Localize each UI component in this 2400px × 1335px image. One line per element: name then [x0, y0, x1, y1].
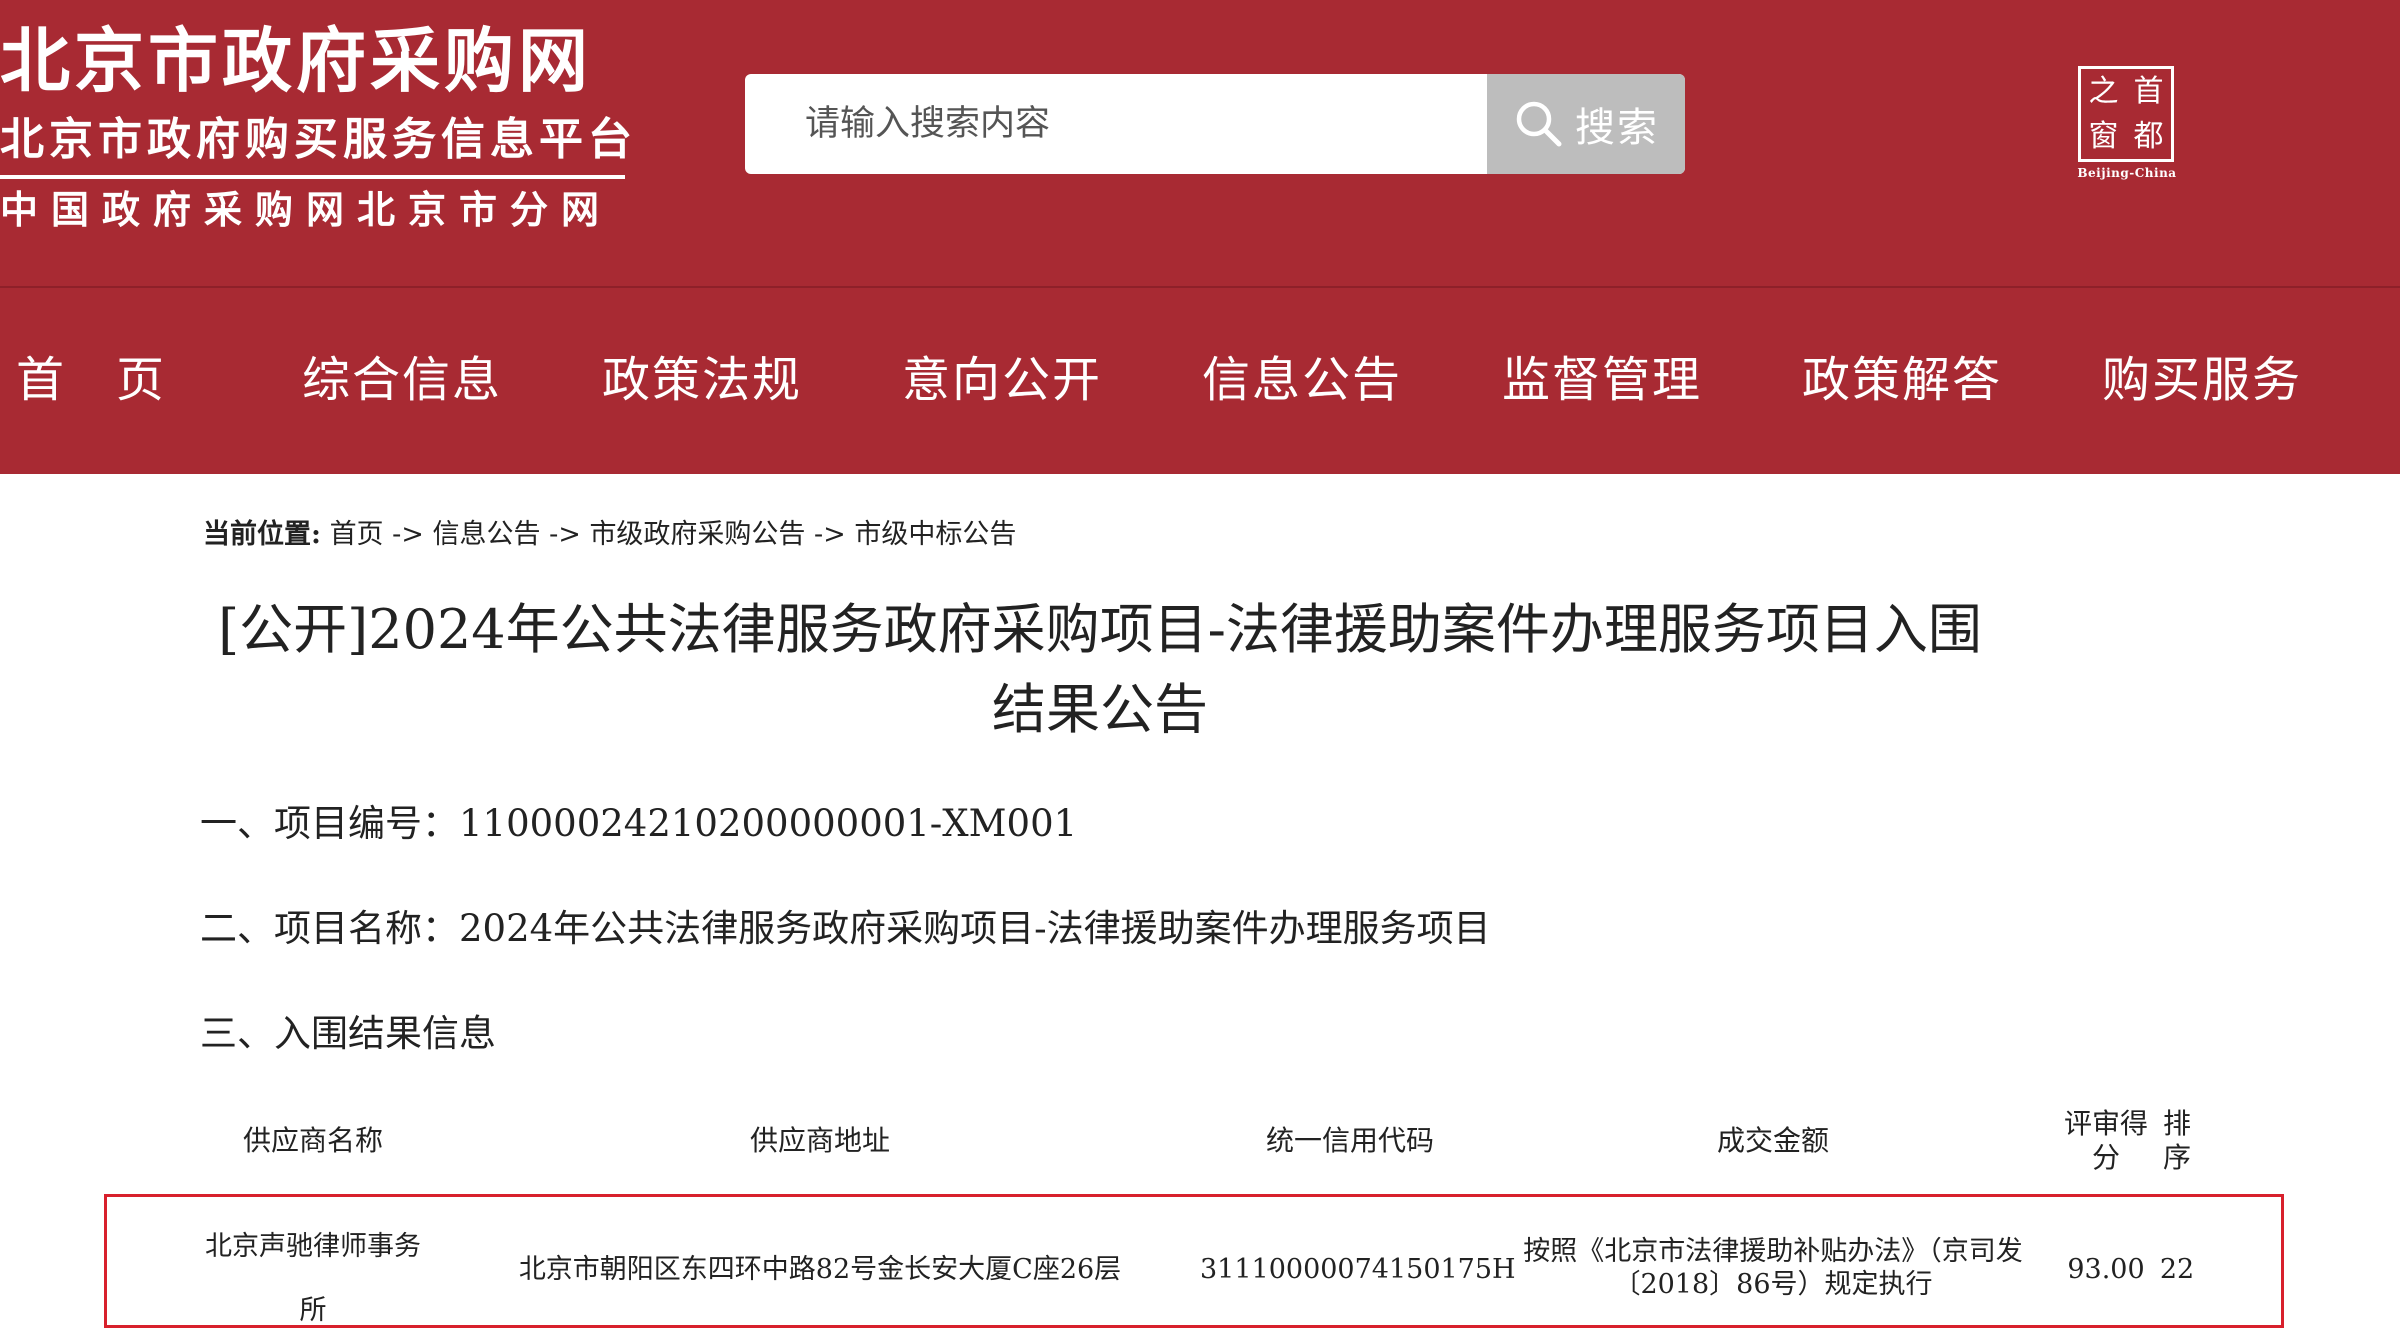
section-project-number: 一、项目编号：11000024210200000001-XM001: [200, 802, 1078, 845]
breadcrumb-item-municipal-procurement[interactable]: 市级政府采购公告: [589, 519, 805, 550]
page-title: [公开]2024年公共法律服务政府采购项目-法律援助案件办理服务项目入围结果公告: [218, 598, 1982, 741]
table-cell-credit-code: 31110000074150175H: [1200, 1254, 1516, 1285]
nav-item-policy-answers[interactable]: 政策解答: [1802, 350, 2002, 410]
table-cell-rank: 22: [2159, 1254, 2195, 1285]
nav-item-general-info[interactable]: 综合信息: [302, 350, 502, 410]
breadcrumb-label: 当前位置:: [203, 519, 321, 550]
breadcrumb-separator: ->: [814, 519, 846, 550]
nav-item-intentions[interactable]: 意向公开: [902, 350, 1102, 410]
table-cell-supplier-name: 北京声驰律师事务所: [205, 1231, 421, 1326]
seal-box: 之 首 窗 都: [2078, 66, 2174, 162]
search-button-label: 搜索: [1575, 105, 1659, 151]
nav-item-announcements[interactable]: 信息公告: [1202, 350, 1402, 410]
table-header-amount: 成交金额: [1716, 1124, 1829, 1157]
table-cell-score: 93.00: [2067, 1254, 2145, 1285]
seal-char: 都: [2133, 119, 2164, 154]
seal-char: 之: [2088, 74, 2119, 109]
section-results-heading: 三、入围结果信息: [200, 1012, 496, 1055]
search-input[interactable]: [745, 74, 1487, 174]
breadcrumb-separator: ->: [549, 519, 581, 550]
logo-subtitle-2: 中国政府采购网北京市分网: [0, 188, 613, 232]
nav-item-purchase-services[interactable]: 购买服务: [2102, 350, 2302, 410]
main-nav: 首 页 综合信息 政策法规 意向公开 信息公告 监督管理 政策解答 购买服务: [0, 286, 2400, 474]
logo-title: 北京市政府采购网: [0, 20, 592, 102]
breadcrumb-item-municipal-award[interactable]: 市级中标公告: [854, 519, 1016, 550]
breadcrumb-item-announcements[interactable]: 信息公告: [433, 519, 541, 550]
table-cell-amount: 按照《北京市法律援助补贴办法》（京司发〔2018〕86号）规定执行: [1523, 1236, 2023, 1300]
logo-subtitle: 北京市政府购买服务信息平台: [0, 114, 637, 165]
table-header-supplier-address: 供应商地址: [749, 1124, 890, 1157]
breadcrumb-separator: ->: [392, 519, 424, 550]
table-cell-supplier-address: 北京市朝阳区东四环中路82号金长安大厦C座26层: [518, 1254, 1122, 1285]
capital-window-seal-logo[interactable]: 之 首 窗 都 Beijing-China: [2072, 66, 2182, 186]
seal-char: 窗: [2088, 119, 2119, 154]
logo-divider: [0, 175, 625, 179]
table-header-rank: 排序: [2162, 1107, 2191, 1174]
table-header-supplier-name: 供应商名称: [242, 1124, 383, 1157]
site-header: 北京市政府采购网 北京市政府购买服务信息平台 中国政府采购网北京市分网 搜索 之…: [0, 0, 2400, 286]
table-header-score: 评审得分: [2063, 1107, 2148, 1174]
search-bar: 搜索: [745, 74, 1685, 174]
seal-char: 首: [2133, 74, 2164, 109]
nav-item-policies[interactable]: 政策法规: [602, 350, 802, 410]
search-icon: [1516, 101, 1562, 147]
nav-item-home[interactable]: 首 页: [16, 350, 166, 410]
nav-item-supervision[interactable]: 监督管理: [1502, 350, 1702, 410]
breadcrumb-item-home[interactable]: 首页: [330, 519, 384, 550]
table-header-credit-code: 统一信用代码: [1265, 1124, 1434, 1157]
section-project-name: 二、项目名称：2024年公共法律服务政府采购项目-法律援助案件办理服务项目: [200, 907, 1491, 950]
seal-caption: Beijing-China: [2077, 166, 2177, 180]
site-logo[interactable]: 北京市政府采购网 北京市政府购买服务信息平台 中国政府采购网北京市分网: [0, 18, 640, 248]
breadcrumb: 当前位置: 首页 -> 信息公告 -> 市级政府采购公告 -> 市级中标公告: [203, 512, 1016, 551]
search-button[interactable]: 搜索: [1487, 74, 1685, 174]
